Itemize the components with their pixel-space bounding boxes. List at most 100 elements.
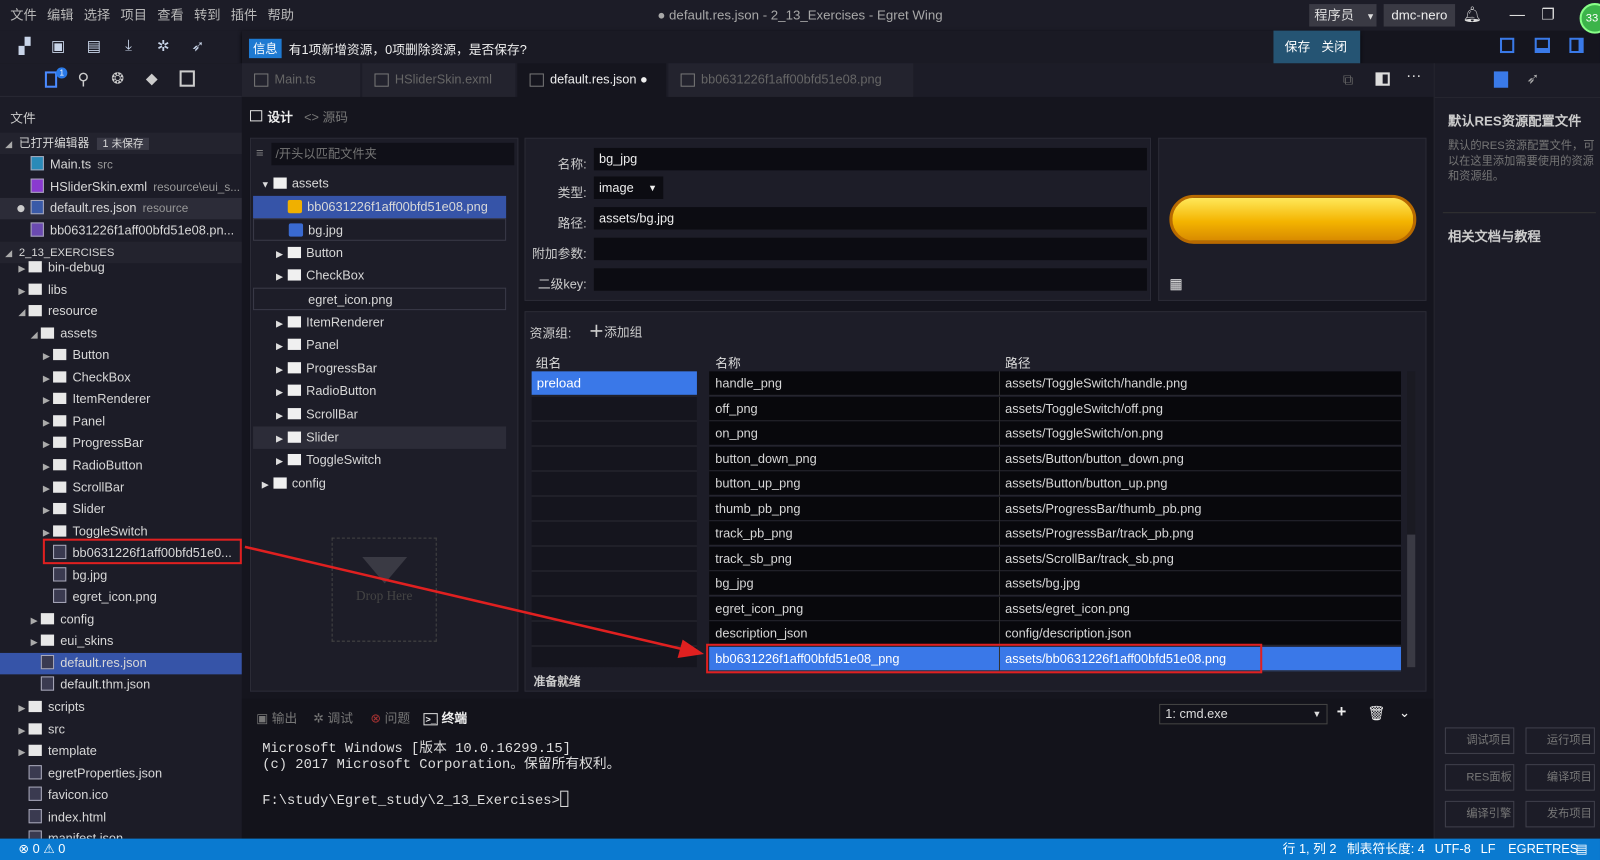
more-actions-icon[interactable]: ···	[1406, 67, 1421, 84]
save-button[interactable]: 保存	[1285, 31, 1311, 65]
chevron-down-icon[interactable]: ⌄	[1399, 705, 1410, 721]
asset-tree-item[interactable]: ▼ assets	[253, 172, 506, 194]
tree-item[interactable]: ▶ eui_skins	[0, 631, 242, 652]
restore-button[interactable]: ❐	[1536, 4, 1560, 26]
tree-item[interactable]: ▶ ItemRenderer	[0, 389, 242, 410]
line-ending[interactable]: LF	[1481, 839, 1496, 860]
publish-icon[interactable]: ⤓	[118, 37, 138, 57]
asset-tree-item[interactable]: ▶ ScrollBar	[253, 403, 506, 425]
tree-item[interactable]: ▶ bin-debug	[0, 257, 242, 278]
table-row[interactable]: track_pb_png assets/ProgressBar/track_pb.…	[709, 521, 1402, 546]
toggle-panel-icon[interactable]	[1534, 37, 1550, 54]
docs-link[interactable]: 相关文档与教程	[1448, 225, 1541, 244]
table-row[interactable]: track_sb_png assets/ScrollBar/track_sb.pn…	[709, 546, 1402, 571]
subkey-field[interactable]	[593, 268, 1147, 291]
asset-tree-item[interactable]: ▶ ItemRenderer	[253, 311, 506, 333]
new-terminal-icon[interactable]: +	[1337, 704, 1347, 722]
tree-item[interactable]: ▶ ScrollBar	[0, 477, 242, 498]
source-view-toggle[interactable]: <> 源码	[304, 106, 348, 125]
tree-item[interactable]: ▶ RadioButton	[0, 455, 242, 476]
menu-item[interactable]: 编辑	[47, 0, 74, 31]
folder-filter-input[interactable]	[271, 142, 515, 166]
tree-item[interactable]: ▶ Button	[0, 345, 242, 366]
tab-debug[interactable]: ✲ 调试	[313, 707, 353, 726]
tree-item[interactable]: ▶ src	[0, 719, 242, 740]
docs-book-icon[interactable]	[1493, 71, 1509, 88]
tree-item[interactable]: ▶ ProgressBar	[0, 433, 242, 454]
close-button[interactable]: 关闭	[1321, 31, 1347, 65]
table-scrollbar[interactable]	[1407, 371, 1416, 668]
asset-tree-item[interactable]: ▶ CheckBox	[253, 265, 506, 287]
asset-tree-item[interactable]: ▶ RadioButton	[253, 380, 506, 402]
tree-item[interactable]: ▶ Panel	[0, 411, 242, 432]
toggle-sidebar-icon[interactable]	[1499, 37, 1515, 54]
quick-action-button[interactable]: 发布项目	[1525, 800, 1595, 828]
asset-tree-item[interactable]: ▶ Slider	[253, 426, 507, 449]
group-item-preload[interactable]: preload	[531, 371, 697, 395]
tree-item[interactable]: ▶ CheckBox	[0, 367, 242, 388]
open-editor-item[interactable]: bb0631226f1aff00bfd51e08.pn...	[0, 220, 242, 241]
type-select[interactable]: image ▼	[593, 176, 664, 199]
table-row[interactable]: off_png assets/ToggleSwitch/off.png	[709, 396, 1402, 421]
table-row[interactable]: bg_jpg assets/bg.jpg	[709, 571, 1402, 596]
trash-icon[interactable]: 🗑︎	[1367, 705, 1385, 722]
quick-action-button[interactable]: 调试项目	[1444, 727, 1515, 754]
menu-item[interactable]: 帮助	[267, 0, 294, 31]
save-all-icon[interactable]: ▤	[84, 37, 104, 57]
menu-item[interactable]: 选择	[84, 0, 111, 31]
save-icon[interactable]: ▣	[48, 37, 68, 57]
name-field[interactable]: bg_jpg	[593, 147, 1147, 171]
table-row[interactable]: thumb_pb_png assets/ProgressBar/thumb_pb.…	[709, 496, 1402, 521]
tree-item[interactable]: ▶ Slider	[0, 499, 242, 520]
table-row[interactable]: handle_png assets/ToggleSwitch/handle.png	[709, 371, 1402, 396]
tree-item[interactable]: default.thm.json	[0, 675, 242, 696]
find-icon[interactable]: ⧉	[1343, 71, 1353, 88]
tree-item[interactable]: ◢ resource	[0, 301, 242, 322]
tree-item[interactable]: egretProperties.json	[0, 763, 242, 784]
table-row[interactable]: description_json config/description.json	[709, 621, 1402, 646]
add-group-button[interactable]: ＋添加组	[589, 320, 643, 341]
tree-item[interactable]: bb0631226f1aff00bfd51e0...	[0, 543, 242, 564]
menu-item[interactable]: 查看	[157, 0, 184, 31]
terminal-select[interactable]: 1: cmd.exe ▼	[1159, 703, 1328, 725]
editor-tab[interactable]: bb0631226f1aff00bfd51e08.png	[668, 63, 914, 97]
menu-item[interactable]: 插件	[231, 0, 258, 31]
tree-item[interactable]: ▶ ToggleSwitch	[0, 521, 242, 542]
tree-item[interactable]: egret_icon.png	[0, 587, 242, 608]
extra-params-field[interactable]	[593, 237, 1147, 261]
feedback-icon[interactable]: ▤	[1575, 839, 1587, 860]
open-editor-item[interactable]: Main.ts src	[0, 154, 242, 175]
tree-item[interactable]: ▶ config	[0, 609, 242, 630]
asset-tree-item[interactable]: ▶ config	[253, 472, 506, 494]
grid-icon[interactable]: ▦	[1169, 275, 1183, 292]
git-icon[interactable]: ◆	[146, 69, 158, 87]
tree-item[interactable]: manifest.json	[0, 829, 242, 839]
table-row[interactable]: bb0631226f1aff00bfd51e08_png assets/bb063…	[709, 646, 1402, 671]
user-button[interactable]: dmc-nero	[1383, 4, 1456, 27]
table-row[interactable]: button_down_png assets/Button/button_down…	[709, 446, 1402, 471]
menu-item[interactable]: 项目	[120, 0, 147, 31]
tree-item[interactable]: favicon.ico	[0, 785, 242, 806]
encoding[interactable]: UTF-8	[1435, 839, 1471, 860]
tab-terminal[interactable]: >_ 终端	[423, 707, 467, 726]
tab-problems[interactable]: ⊗ 问题	[370, 707, 410, 726]
tree-item[interactable]: ▶ libs	[0, 279, 242, 300]
cursor-position[interactable]: 行 1, 列 2	[1283, 839, 1337, 860]
asset-tree-item[interactable]: egret_icon.png	[253, 287, 507, 311]
tree-item[interactable]: default.res.json	[0, 652, 242, 675]
menu-item[interactable]: 转到	[194, 0, 221, 31]
tree-item[interactable]: ◢ assets	[0, 323, 242, 344]
editor-tab[interactable]: Main.ts	[241, 63, 361, 97]
path-field[interactable]: assets/bg.jpg	[593, 207, 1147, 230]
new-file-icon[interactable]: ▞	[14, 37, 34, 57]
role-select[interactable]: 程序员 ▼	[1309, 4, 1377, 27]
open-editors-header[interactable]: ◢ 已打开编辑器 1 未保存	[0, 132, 242, 155]
debug-view-icon[interactable]: ❂	[111, 69, 124, 87]
asset-tree-item[interactable]: ▶ ToggleSwitch	[253, 449, 506, 471]
minimize-button[interactable]: —	[1505, 4, 1529, 26]
quick-action-button[interactable]: 编译引擎	[1444, 800, 1515, 828]
asset-tree-item[interactable]: bg.jpg	[253, 218, 507, 241]
quick-action-button[interactable]: 编译项目	[1525, 764, 1595, 791]
rocket-icon[interactable]: ➶	[188, 37, 208, 57]
tree-item[interactable]: ▶ scripts	[0, 697, 242, 718]
